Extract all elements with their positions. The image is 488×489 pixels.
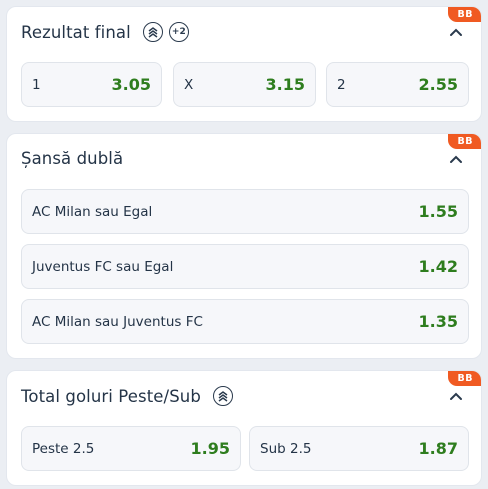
selection-label: Peste 2.5 bbox=[32, 440, 95, 457]
selection-odd: 3.05 bbox=[111, 75, 151, 94]
selection-label: Juventus FC sau Egal bbox=[32, 258, 174, 275]
bet-builder-badge: BB bbox=[447, 371, 481, 386]
selection-x[interactable]: X 3.15 bbox=[173, 62, 316, 107]
bet-builder-badge: BB bbox=[447, 7, 481, 22]
market-title: Șansă dublă bbox=[21, 149, 124, 168]
chevron-up-icon[interactable] bbox=[447, 153, 465, 165]
selection-over[interactable]: Peste 2.5 1.95 bbox=[21, 426, 241, 471]
selection-odd: 2.55 bbox=[418, 75, 458, 94]
chevron-up-icon[interactable] bbox=[447, 26, 465, 38]
selection-odd: 1.42 bbox=[418, 257, 458, 276]
selection-1x[interactable]: AC Milan sau Egal 1.55 bbox=[21, 189, 469, 234]
selection-odd: 1.87 bbox=[418, 439, 458, 458]
selection-label: AC Milan sau Juventus FC bbox=[32, 313, 203, 330]
market-card-sansa-dubla: BB Șansă dublă AC Milan sau Egal 1.55 Ju… bbox=[6, 133, 482, 359]
more-markets-icon[interactable]: +2 bbox=[168, 22, 189, 42]
bet-builder-icon bbox=[212, 386, 233, 406]
selection-label: 2 bbox=[337, 76, 346, 93]
bet-builder-icon bbox=[142, 22, 163, 42]
market-card-total-goluri: BB Total goluri Peste/Sub Peste 2.5 1.95… bbox=[6, 370, 482, 486]
selection-label: AC Milan sau Egal bbox=[32, 203, 153, 220]
market-card-rezultat-final: BB Rezultat final +2 1 3.05 X 3.15 2 2.5… bbox=[6, 6, 482, 122]
market-header[interactable]: Șansă dublă bbox=[21, 149, 129, 168]
selection-1[interactable]: 1 3.05 bbox=[21, 62, 162, 107]
selection-label: 1 bbox=[32, 76, 41, 93]
selection-x2[interactable]: Juventus FC sau Egal 1.42 bbox=[21, 244, 469, 289]
selection-odd: 1.95 bbox=[190, 439, 230, 458]
selection-odd: 3.15 bbox=[265, 75, 305, 94]
selection-under[interactable]: Sub 2.5 1.87 bbox=[249, 426, 469, 471]
selection-odd: 1.55 bbox=[418, 202, 458, 221]
selection-12[interactable]: AC Milan sau Juventus FC 1.35 bbox=[21, 299, 469, 344]
selection-odd: 1.35 bbox=[418, 312, 458, 331]
selection-label: X bbox=[184, 76, 194, 93]
selection-label: Sub 2.5 bbox=[260, 440, 312, 457]
market-header[interactable]: Rezultat final +2 bbox=[21, 22, 189, 42]
chevron-up-icon[interactable] bbox=[447, 390, 465, 402]
selection-2[interactable]: 2 2.55 bbox=[326, 62, 469, 107]
market-title: Rezultat final bbox=[21, 22, 131, 42]
market-title: Total goluri Peste/Sub bbox=[21, 386, 201, 406]
bet-builder-badge: BB bbox=[447, 134, 481, 149]
market-header[interactable]: Total goluri Peste/Sub bbox=[21, 386, 233, 406]
